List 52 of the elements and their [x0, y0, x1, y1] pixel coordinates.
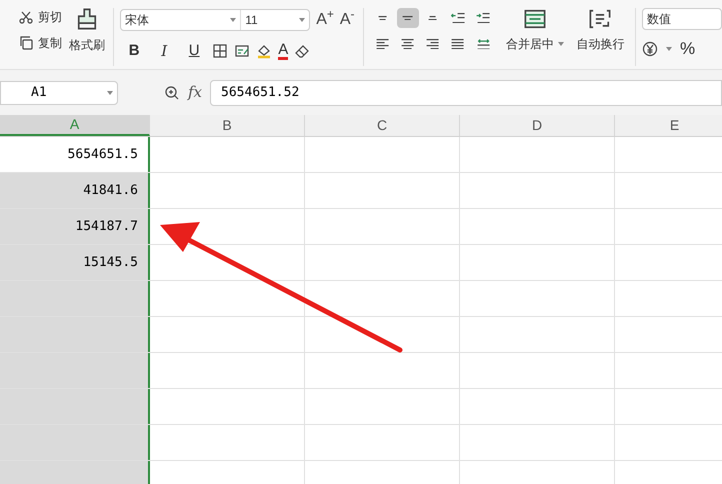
copy-icon — [18, 35, 34, 51]
align-icon — [378, 16, 388, 20]
name-box[interactable]: A1 — [0, 80, 118, 104]
font-color-button[interactable]: A — [278, 42, 288, 60]
merge-center-button[interactable]: 合并居中 — [502, 8, 568, 53]
caret-icon — [666, 46, 672, 51]
table-cell: 154187.7 — [0, 209, 150, 244]
table-cell: 41841.6 — [0, 173, 150, 208]
function-label[interactable]: fx — [188, 81, 202, 104]
format-painter-button[interactable]: 格式刷 — [66, 8, 108, 54]
caret-icon — [107, 90, 113, 94]
currency-icon — [642, 40, 658, 57]
table-cell: 15145.5 — [0, 245, 150, 280]
align-icon — [451, 38, 465, 50]
formula-input[interactable]: 5654651.52 — [210, 80, 722, 106]
align-button[interactable] — [396, 8, 419, 28]
align-icon — [402, 16, 414, 20]
merge-cells-icon — [524, 8, 546, 30]
align-icon — [476, 38, 490, 50]
column-header[interactable]: B — [150, 115, 305, 136]
column-header[interactable]: D — [460, 115, 615, 136]
align-icon — [401, 38, 414, 50]
font-style-button[interactable]: U — [182, 39, 206, 63]
caret-icon — [558, 42, 564, 46]
clipboard-button[interactable]: 剪切 — [18, 8, 66, 26]
zoom-icon — [164, 84, 180, 100]
align-icon — [376, 38, 390, 50]
column-header[interactable]: E — [615, 115, 722, 136]
borders-icon — [212, 43, 228, 59]
align-icon — [426, 38, 440, 50]
font-style-button[interactable]: B — [122, 39, 146, 63]
conditional-format-icon — [234, 43, 250, 59]
paintbrush-icon — [76, 8, 98, 30]
percent-button[interactable]: % — [680, 36, 696, 62]
font-name-dropdown[interactable]: 宋体 — [121, 10, 242, 30]
align-icon — [450, 12, 466, 24]
wrap-text-button[interactable]: 自动换行 — [571, 8, 630, 53]
wrap-text-icon — [589, 8, 612, 30]
clipboard-button[interactable]: 复制 — [18, 34, 66, 52]
eraser-icon — [294, 43, 310, 59]
caret-icon — [299, 18, 306, 22]
font-size-button[interactable]: A$^{-}$ — [340, 8, 355, 32]
fill-color-icon — [256, 43, 272, 59]
font-size-button[interactable]: A$^{+}$ — [316, 8, 334, 32]
font-size-dropdown[interactable]: 11 — [241, 10, 310, 30]
caret-icon — [230, 18, 236, 22]
number-format-dropdown[interactable]: 数值 — [642, 8, 722, 30]
scissors-icon — [18, 9, 34, 25]
column-header[interactable]: C — [305, 115, 460, 136]
align-icon — [428, 16, 438, 20]
align-icon — [476, 12, 490, 24]
font-style-button[interactable]: I — [152, 39, 176, 63]
